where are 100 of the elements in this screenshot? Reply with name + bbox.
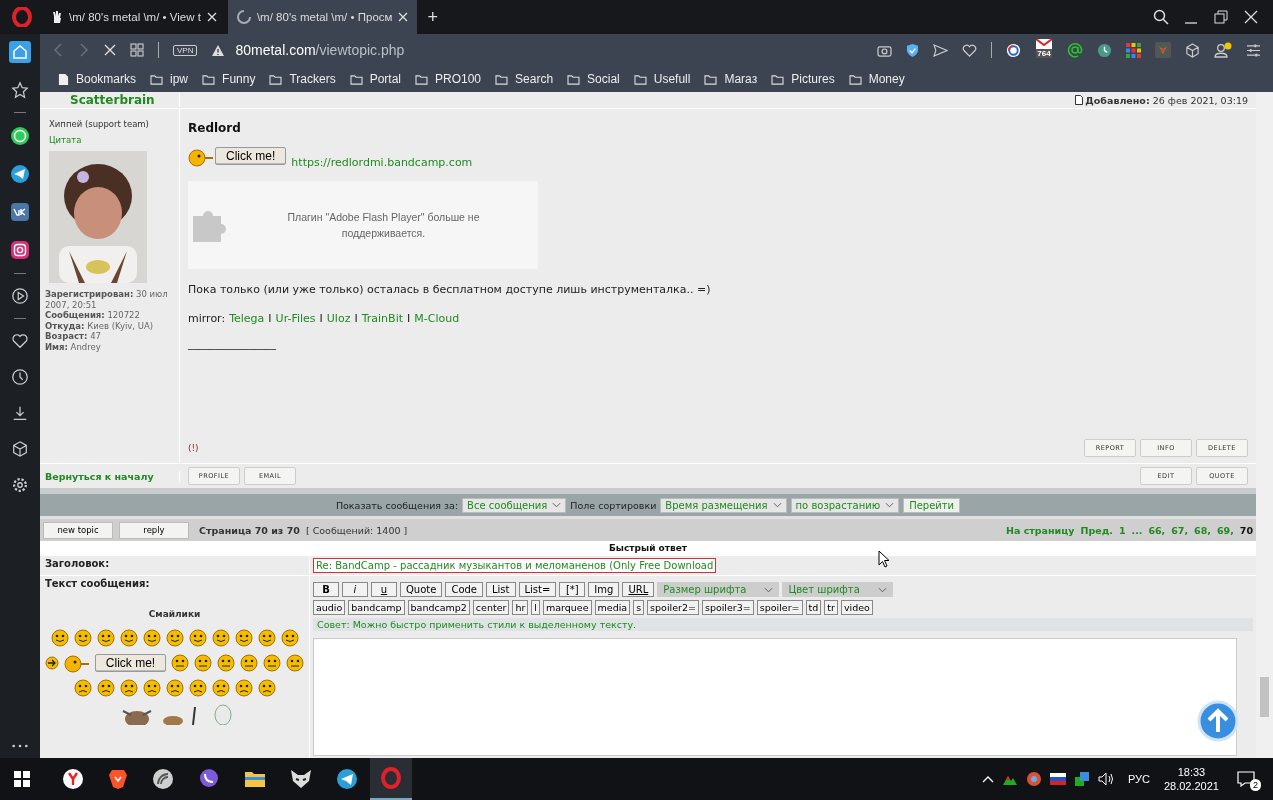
more-icon[interactable] [11,743,29,749]
smiley-icon[interactable] [194,654,213,672]
page-link[interactable]: 70 [1239,524,1253,536]
message-field[interactable] [313,638,1237,756]
go-button[interactable]: Перейти [903,497,961,513]
telegram-icon[interactable] [336,768,358,790]
history-extension-icon[interactable] [1097,42,1112,58]
send-icon[interactable] [933,43,948,57]
smiley-icon[interactable] [211,629,230,647]
bookmark-item[interactable]: Pictures [771,72,835,86]
settings-sliders-icon[interactable] [1246,43,1261,57]
tag-button[interactable]: audio [313,600,346,615]
bookmark-item[interactable]: Maraз [704,72,758,86]
mirror-link[interactable]: M-Cloud [414,312,460,325]
volume-icon[interactable] [1097,772,1116,786]
new-tab-button[interactable]: + [427,6,438,28]
format-button[interactable]: [*] [559,582,586,597]
network-tray-icon[interactable] [1073,771,1090,787]
smiley-icon[interactable] [142,629,161,647]
browser-tab[interactable]: \m/ 80's metal \m/ • View t [42,0,226,34]
smiley-icon[interactable] [280,629,299,647]
mirror-link[interactable]: Ur-Files [275,312,316,325]
smiley-icon[interactable] [234,679,253,697]
smiley-icon[interactable] [96,679,115,697]
smiley-icon[interactable] [257,679,276,697]
author-name[interactable]: Scatterbrain [70,93,155,107]
close-icon[interactable] [1243,9,1259,25]
bookmark-item[interactable]: Money [848,72,905,86]
smiley-icon[interactable] [217,654,236,672]
smiley-icon[interactable] [73,679,92,697]
notifications-icon[interactable] [1237,771,1255,787]
close-tab-icon[interactable] [398,12,409,22]
smiley-icon[interactable] [73,629,92,647]
tag-button[interactable]: bandcamp2 [407,600,470,615]
quote-link[interactable]: Цитата [49,135,174,145]
format-button[interactable]: u [371,582,397,597]
smiley-icon[interactable] [171,654,190,672]
wifi-app-icon[interactable] [152,768,174,790]
folder-icon[interactable] [244,770,266,788]
format-button[interactable]: Img [588,582,620,597]
windows-start-icon[interactable] [14,771,30,787]
browser-tab[interactable]: \m/ 80's metal \m/ • Просм [227,0,418,34]
at-sign-icon[interactable] [1067,42,1083,58]
whatsapp-icon[interactable] [10,126,30,146]
yandex-browser-icon[interactable] [62,768,84,790]
bookmark-item[interactable]: ipw [150,72,189,86]
tag-button[interactable]: l [531,600,540,615]
format-button[interactable]: B [313,582,339,597]
click-me-button[interactable]: Click me! [215,147,287,165]
smiley-icon[interactable] [240,654,259,672]
search-icon[interactable] [1153,9,1169,25]
mirror-link[interactable]: Telega [229,312,265,325]
bookmark-item[interactable]: Trackers [269,72,336,86]
camera-icon[interactable] [877,43,892,57]
tag-button[interactable]: spoiler2= [647,600,699,615]
smiley-icon[interactable] [165,629,184,647]
smiley-icon[interactable] [211,679,230,697]
play-icon[interactable] [11,287,29,305]
smiley-icon[interactable] [286,654,305,672]
format-button[interactable]: List [486,582,516,597]
fox-mask-icon[interactable] [290,769,312,789]
mirror-link[interactable]: TrainBit [361,312,403,325]
sort-order-select[interactable]: по возрастанию [790,497,900,513]
bookmark-item[interactable]: Bookmarks [58,72,137,86]
smiley-icon[interactable] [50,629,69,647]
flag-icon[interactable] [1049,773,1066,785]
mirror-link[interactable]: Uloz [326,312,351,325]
home-icon[interactable] [9,41,31,63]
report-link[interactable]: (!) [188,443,199,453]
arrow-icon[interactable] [44,656,59,670]
clock-icon[interactable] [11,368,29,386]
download-icon[interactable] [11,404,29,422]
taskbar-clock[interactable]: 18:33 28.02.2021 [1163,765,1219,793]
smiley-icon[interactable] [142,679,161,697]
tag-button[interactable]: spoiler= [756,600,803,615]
apps-grid-icon[interactable] [1126,42,1141,58]
language-indicator[interactable]: РУС [1127,773,1150,785]
bookmark-item[interactable]: Usefull [633,72,691,86]
smiley-icon[interactable] [234,629,253,647]
profile-icon[interactable] [1214,42,1232,58]
smiley-icon[interactable] [96,629,115,647]
format-button[interactable]: i [342,582,368,597]
smiley-icon[interactable] [263,654,282,672]
shield-icon[interactable] [906,42,919,58]
format-button[interactable]: Quote [400,582,443,597]
scroll-to-top-icon[interactable] [1197,700,1239,742]
grid-icon[interactable] [130,43,144,57]
tag-button[interactable]: s [633,600,645,615]
close-tab-icon[interactable] [206,12,217,22]
settings-icon[interactable] [11,476,29,494]
cube-icon[interactable] [1185,42,1200,58]
viber-icon[interactable] [198,768,220,790]
vpn-badge[interactable]: VPN [173,44,198,56]
bookmark-item[interactable]: Social [567,72,620,86]
star-icon[interactable] [11,81,29,99]
restore-icon[interactable] [1213,9,1229,25]
heart-icon[interactable] [962,43,977,57]
bookmark-item[interactable]: Portal [349,72,401,86]
back-to-top-link[interactable]: Вернуться к началу [45,470,154,482]
smiley-icon[interactable] [257,629,276,647]
